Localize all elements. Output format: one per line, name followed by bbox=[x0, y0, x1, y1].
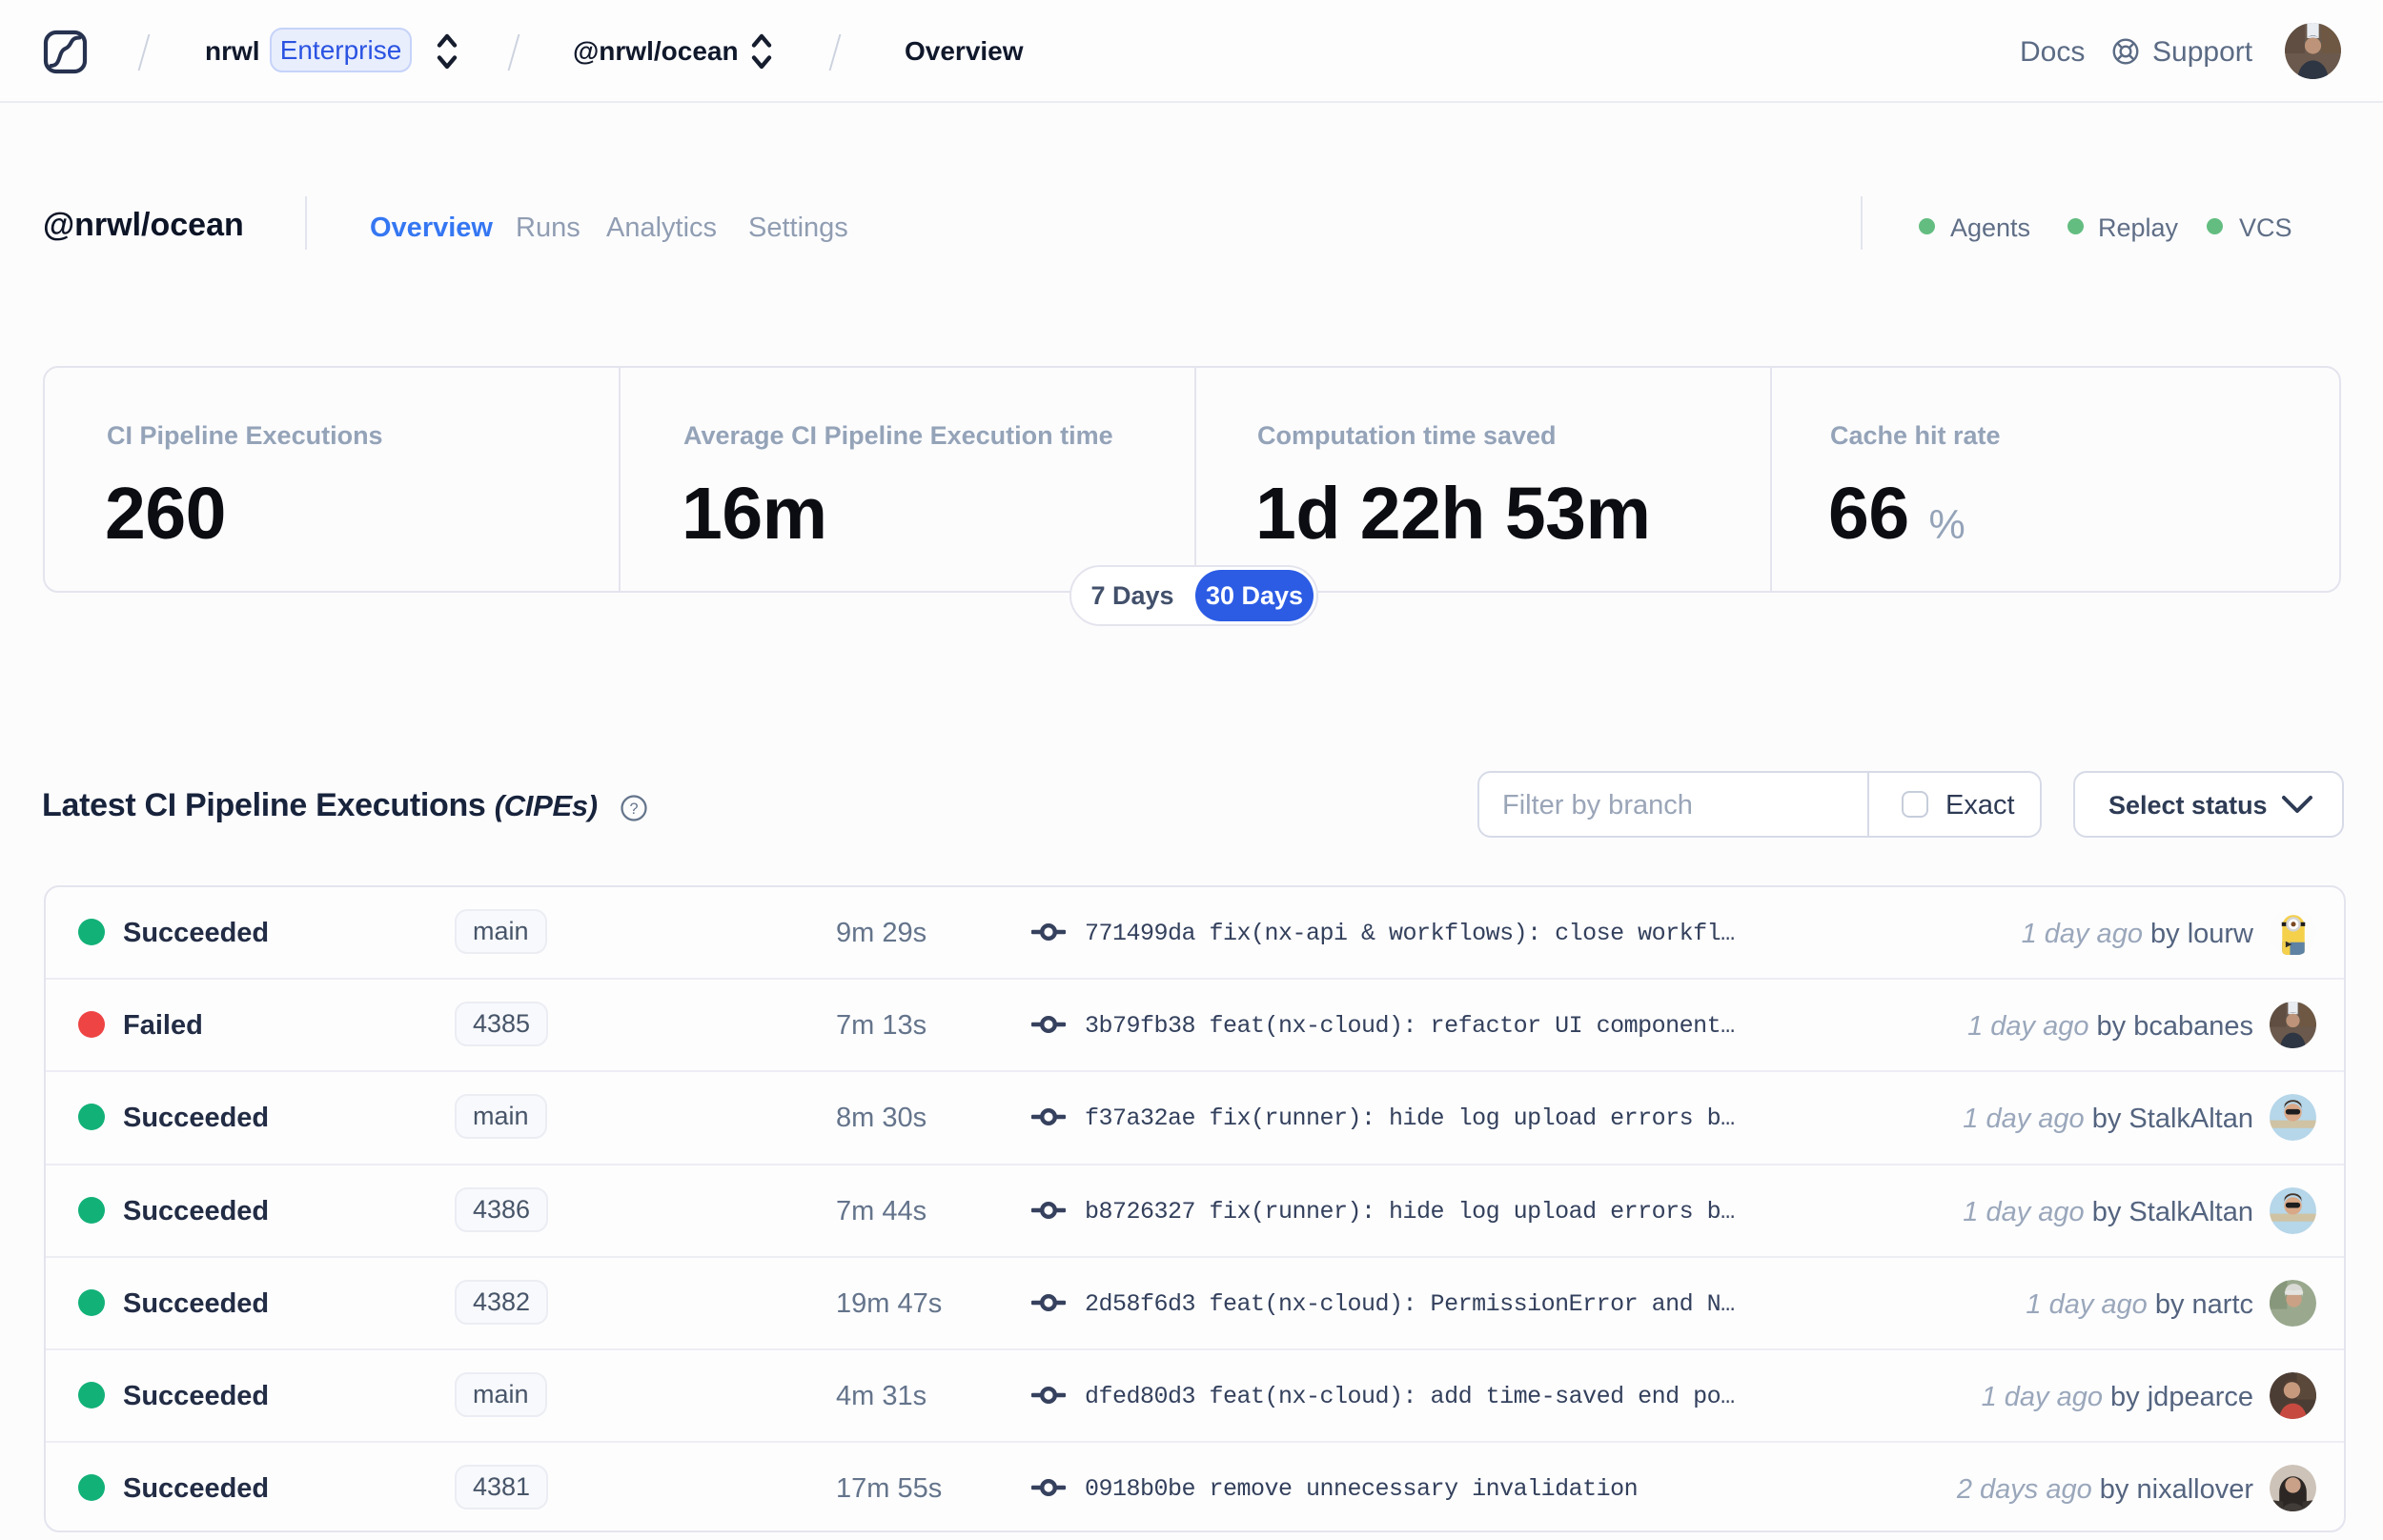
svg-text:?: ? bbox=[629, 800, 638, 818]
